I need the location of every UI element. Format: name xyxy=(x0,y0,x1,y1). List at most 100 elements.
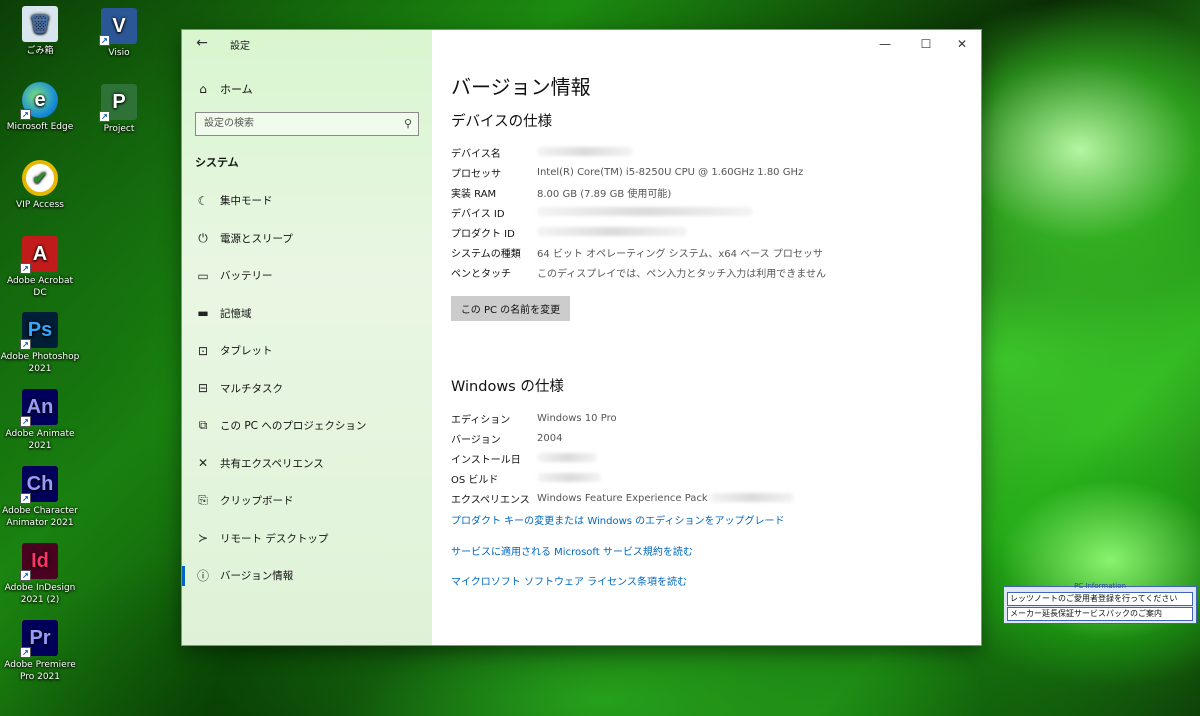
premiere-icon: Pr ↗ xyxy=(20,620,58,658)
section-label: システム xyxy=(195,156,239,169)
spec-row-device-id: デバイス ID xyxy=(451,202,971,222)
spec-row-product-id: プロダクト ID xyxy=(451,222,971,242)
desktop-icon-character-animator[interactable]: Ch ↗ Adobe Character Animator 2021 xyxy=(0,466,80,529)
tablet-icon: ⊡ xyxy=(197,343,209,358)
clipboard-icon: ⎘ xyxy=(198,493,208,508)
redacted-value xyxy=(537,207,753,216)
upgrade-edition-link[interactable]: プロダクト キーの変更または Windows のエディションをアップグレード xyxy=(451,512,784,527)
desktop-icon-acrobat[interactable]: A ↗ Adobe Acrobat DC xyxy=(0,236,80,299)
desktop-icon-label: Adobe Acrobat DC xyxy=(6,276,74,298)
spec-key: デバイス ID xyxy=(451,208,505,220)
services-agreement-link[interactable]: サービスに適用される Microsoft サービス規約を読む xyxy=(451,543,693,558)
sidebar-item-focus-assist[interactable]: ☾ 集中モード xyxy=(182,182,432,220)
spec-key: エディション xyxy=(451,414,511,426)
shared-experience-icon: ✕ xyxy=(197,456,209,471)
spec-row-version: バージョン 2004 xyxy=(451,428,971,448)
redacted-value xyxy=(537,227,687,236)
sidebar-item-label: 電源とスリープ xyxy=(220,232,293,245)
spec-value: 2004 xyxy=(537,432,563,444)
sidebar-nav: ☾ 集中モード ⏻ 電源とスリープ ▭ バッテリー ▬ 記憶域 ⊡ タブレット … xyxy=(182,182,432,595)
sidebar-item-label: タブレット xyxy=(220,345,273,358)
search-icon: ⚲ xyxy=(403,117,412,130)
desktop-icon-visio[interactable]: V ↗ Visio xyxy=(79,8,159,59)
spec-row-device-name: デバイス名 xyxy=(451,142,971,162)
pc-info-registration-link[interactable]: レッツノートのご愛用者登録を行ってください xyxy=(1007,592,1193,606)
spec-row-install-date: インストール日 xyxy=(451,448,971,468)
main-content: バージョン情報 デバイスの仕様 デバイス名 プロセッサ Intel(R) Cor… xyxy=(432,30,981,645)
spec-key: プロセッサ xyxy=(451,168,501,180)
spec-row-os-build: OS ビルド xyxy=(451,468,971,488)
spec-row-processor: プロセッサ Intel(R) Core(TM) i5-8250U CPU @ 1… xyxy=(451,162,971,182)
storage-icon: ▬ xyxy=(197,306,209,321)
project-icon: P ↗ xyxy=(99,84,137,122)
redacted-value xyxy=(537,147,633,156)
page-title: バージョン情報 xyxy=(451,75,591,99)
desktop-icon-premiere[interactable]: Pr ↗ Adobe Premiere Pro 2021 xyxy=(0,620,80,683)
spec-key: プロダクト ID xyxy=(451,228,515,240)
sidebar-item-tablet[interactable]: ⊡ タブレット xyxy=(182,332,432,370)
sidebar-item-label: 記憶域 xyxy=(220,307,252,320)
sidebar-item-label: この PC へのプロジェクション xyxy=(220,420,367,433)
spec-value xyxy=(537,227,687,238)
spec-row-pen-touch: ペンとタッチ このディスプレイでは、ペン入力とタッチ入力は利用できません xyxy=(451,262,971,282)
redacted-value xyxy=(709,493,794,502)
sidebar-item-about[interactable]: ⓘ バージョン情報 xyxy=(182,557,432,595)
edge-icon: e ↗ xyxy=(20,82,58,120)
pc-info-warranty-link[interactable]: メーカー延長保証サービスパックのご案内 xyxy=(1007,607,1193,621)
rename-pc-button[interactable]: この PC の名前を変更 xyxy=(451,296,570,321)
license-terms-link[interactable]: マイクロソフト ソフトウェア ライセンス条項を読む xyxy=(451,573,687,588)
sidebar-item-label: バッテリー xyxy=(220,270,273,283)
desktop-icon-photoshop[interactable]: Ps ↗ Adobe Photoshop 2021 xyxy=(0,312,80,375)
desktop-icon-edge[interactable]: e ↗ Microsoft Edge xyxy=(0,82,80,133)
photoshop-icon: Ps ↗ xyxy=(20,312,58,350)
desktop-icon-animate[interactable]: An ↗ Adobe Animate 2021 xyxy=(0,389,80,452)
spec-row-experience: エクスペリエンス Windows Feature Experience Pack xyxy=(451,488,971,508)
sidebar-item-shared-experiences[interactable]: ✕ 共有エクスペリエンス xyxy=(182,445,432,483)
remote-desktop-icon: ≻ xyxy=(197,531,209,546)
spec-key: デバイス名 xyxy=(451,148,501,160)
experience-value: Windows Feature Experience Pack xyxy=(537,492,708,504)
desktop-icon-label: Adobe Character Animator 2021 xyxy=(2,506,78,528)
sidebar-item-remote-desktop[interactable]: ≻ リモート デスクトップ xyxy=(182,520,432,558)
desktop-icon-label: VIP Access xyxy=(16,200,64,210)
sidebar-item-label: クリップボード xyxy=(220,495,294,508)
spec-row-system-type: システムの種類 64 ビット オペレーティング システム、x64 ベース プロセ… xyxy=(451,242,971,262)
visio-icon: V ↗ xyxy=(99,8,137,46)
animate-icon: An ↗ xyxy=(20,389,58,427)
spec-value xyxy=(537,147,633,158)
desktop-icon-label: ごみ箱 xyxy=(26,46,54,56)
desktop-icon-recycle-bin[interactable]: 🗑 ごみ箱 xyxy=(0,6,80,57)
desktop-icon-indesign[interactable]: Id ↗ Adobe InDesign 2021 (2) xyxy=(0,543,80,606)
moon-icon: ☾ xyxy=(197,193,209,208)
desktop-icon-project[interactable]: P ↗ Project xyxy=(79,84,159,135)
spec-value: Intel(R) Core(TM) i5-8250U CPU @ 1.60GHz… xyxy=(537,166,804,178)
spec-value xyxy=(537,453,597,464)
sidebar-item-clipboard[interactable]: ⎘ クリップボード xyxy=(182,482,432,520)
spec-value xyxy=(537,473,601,484)
redacted-value xyxy=(537,453,597,462)
sidebar-item-projection[interactable]: ⧉ この PC へのプロジェクション xyxy=(182,407,432,445)
sidebar-item-home[interactable]: ⌂ ホーム xyxy=(194,78,252,100)
settings-window: ⌂ ホーム 設定の検索 ⚲ システム ☾ 集中モード ⏻ 電源とスリープ ▭ バ… xyxy=(182,30,981,645)
sidebar-item-label: 共有エクスペリエンス xyxy=(220,457,324,470)
spec-row-ram: 実装 RAM 8.00 GB (7.89 GB 使用可能) xyxy=(451,182,971,202)
pc-information-widget: PC Information レッツノートのご愛用者登録を行ってください メーカ… xyxy=(1003,582,1197,624)
recycle-bin-icon: 🗑 xyxy=(22,6,58,42)
desktop-icon-label: Adobe InDesign 2021 (2) xyxy=(4,583,76,605)
desktop-icon-vip-access[interactable]: ✔ VIP Access xyxy=(0,160,80,211)
desktop-icon-label: Adobe Photoshop 2021 xyxy=(0,352,80,374)
sidebar-item-storage[interactable]: ▬ 記憶域 xyxy=(182,295,432,333)
desktop-icon-label: Visio xyxy=(108,48,130,58)
back-arrow-icon[interactable]: ← xyxy=(192,35,212,53)
sidebar-item-label: リモート デスクトップ xyxy=(220,532,329,545)
desktop-icon-label: Adobe Animate 2021 xyxy=(5,429,75,451)
power-icon: ⏻ xyxy=(198,230,208,245)
sidebar-item-battery[interactable]: ▭ バッテリー xyxy=(182,257,432,295)
sidebar-item-multitasking[interactable]: ⊟ マルチタスク xyxy=(182,370,432,408)
spec-value: Windows 10 Pro xyxy=(537,412,617,424)
info-icon: ⓘ xyxy=(196,569,209,584)
spec-value: Windows Feature Experience Pack xyxy=(537,493,794,504)
search-input[interactable]: 設定の検索 ⚲ xyxy=(195,112,419,136)
redacted-value xyxy=(537,473,601,482)
sidebar-item-power-sleep[interactable]: ⏻ 電源とスリープ xyxy=(182,220,432,258)
